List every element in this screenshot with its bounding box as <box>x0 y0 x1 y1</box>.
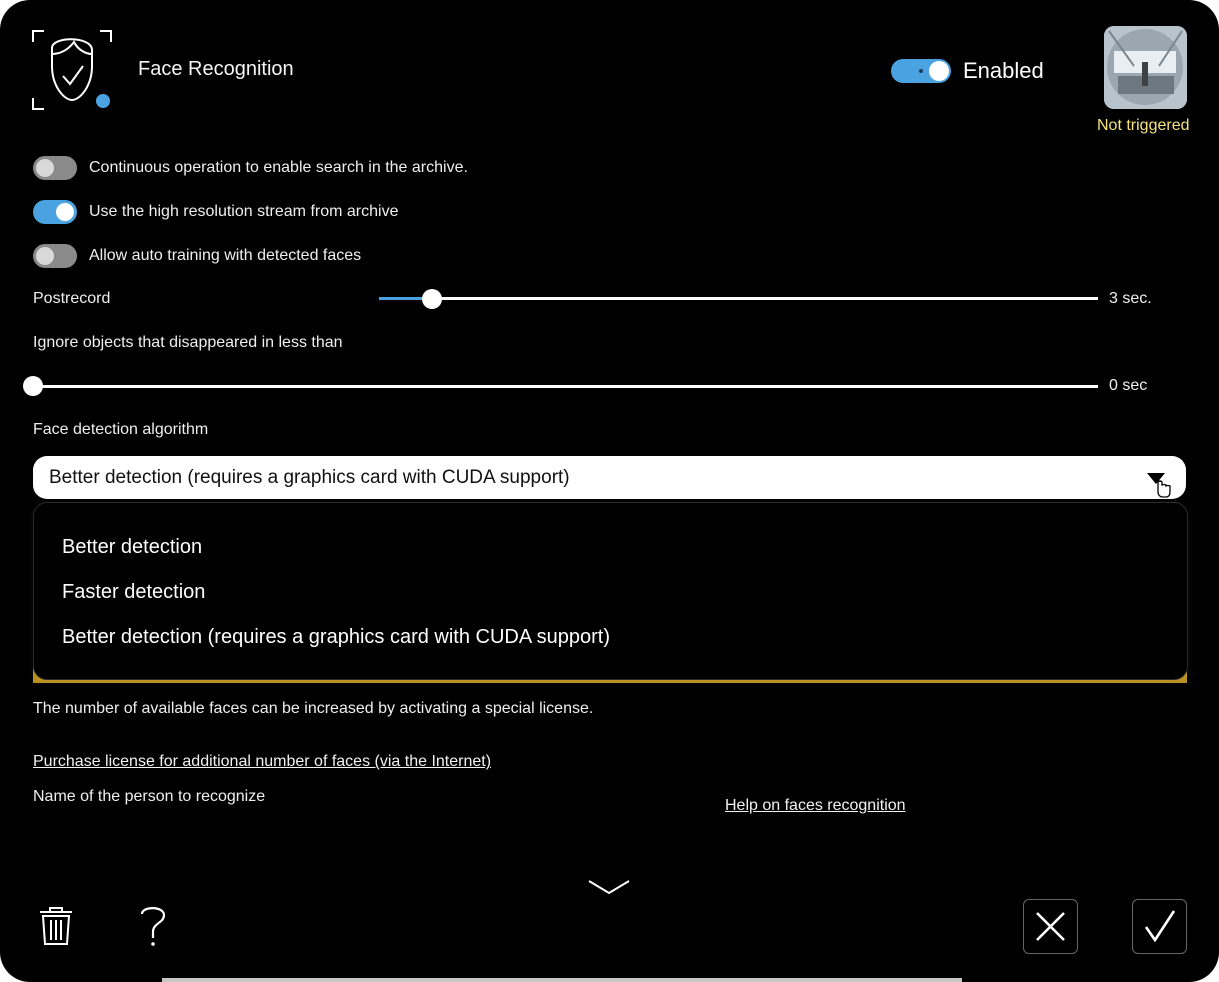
confirm-button[interactable] <box>1132 899 1187 954</box>
close-icon <box>1036 912 1065 941</box>
trigger-status: Not triggered <box>1097 117 1190 134</box>
cancel-button[interactable] <box>1023 899 1078 954</box>
page-title: Face Recognition <box>138 58 294 80</box>
chevron-down-icon[interactable] <box>586 876 632 898</box>
algorithm-label: Face detection algorithm <box>33 421 209 438</box>
algorithm-dropdown-list: Better detection Faster detection Better… <box>33 502 1188 680</box>
enabled-label: Enabled <box>963 58 1044 83</box>
ignore-slider-handle[interactable] <box>23 376 43 396</box>
algorithm-select[interactable]: Better detection (requires a graphics ca… <box>33 456 1186 499</box>
high-res-toggle[interactable] <box>33 200 77 224</box>
person-name-label: Name of the person to recognize <box>33 788 266 805</box>
auto-training-label: Allow auto training with detected faces <box>89 247 362 264</box>
postrecord-value: 3 sec. <box>1109 290 1152 307</box>
question-icon[interactable] <box>138 902 168 948</box>
high-res-label: Use the high resolution stream from arch… <box>89 203 399 220</box>
postrecord-slider-handle[interactable] <box>422 289 442 309</box>
algorithm-option-faster[interactable]: Faster detection <box>62 581 205 604</box>
enabled-toggle[interactable] <box>891 59 951 83</box>
algorithm-option-better[interactable]: Better detection <box>62 536 202 559</box>
ignore-slider-track[interactable] <box>33 385 1098 388</box>
settings-window: Face Recognition Enabled Not triggered C… <box>0 0 1219 982</box>
ignore-value: 0 sec <box>1109 377 1148 394</box>
continuous-label: Continuous operation to enable search in… <box>89 159 468 176</box>
algorithm-option-cuda[interactable]: Better detection (requires a graphics ca… <box>62 626 610 649</box>
face-recognition-icon <box>30 28 114 112</box>
checkmark-icon <box>1144 910 1176 943</box>
dropdown-arrow-icon[interactable] <box>1145 470 1175 500</box>
auto-training-toggle[interactable] <box>33 244 77 268</box>
horizontal-scrollbar[interactable] <box>162 978 962 982</box>
purchase-license-link[interactable]: Purchase license for additional number o… <box>33 753 491 771</box>
camera-thumbnail[interactable] <box>1104 26 1187 109</box>
postrecord-slider-track[interactable] <box>379 297 1098 300</box>
continuous-toggle[interactable] <box>33 156 77 180</box>
postrecord-label: Postrecord <box>33 290 111 307</box>
ignore-label: Ignore objects that disappeared in less … <box>33 334 343 351</box>
license-note: The number of available faces can be inc… <box>33 700 594 717</box>
trash-icon[interactable] <box>36 904 76 948</box>
help-faces-link[interactable]: Help on faces recognition <box>725 797 906 815</box>
algorithm-selected-value: Better detection (requires a graphics ca… <box>49 467 570 488</box>
